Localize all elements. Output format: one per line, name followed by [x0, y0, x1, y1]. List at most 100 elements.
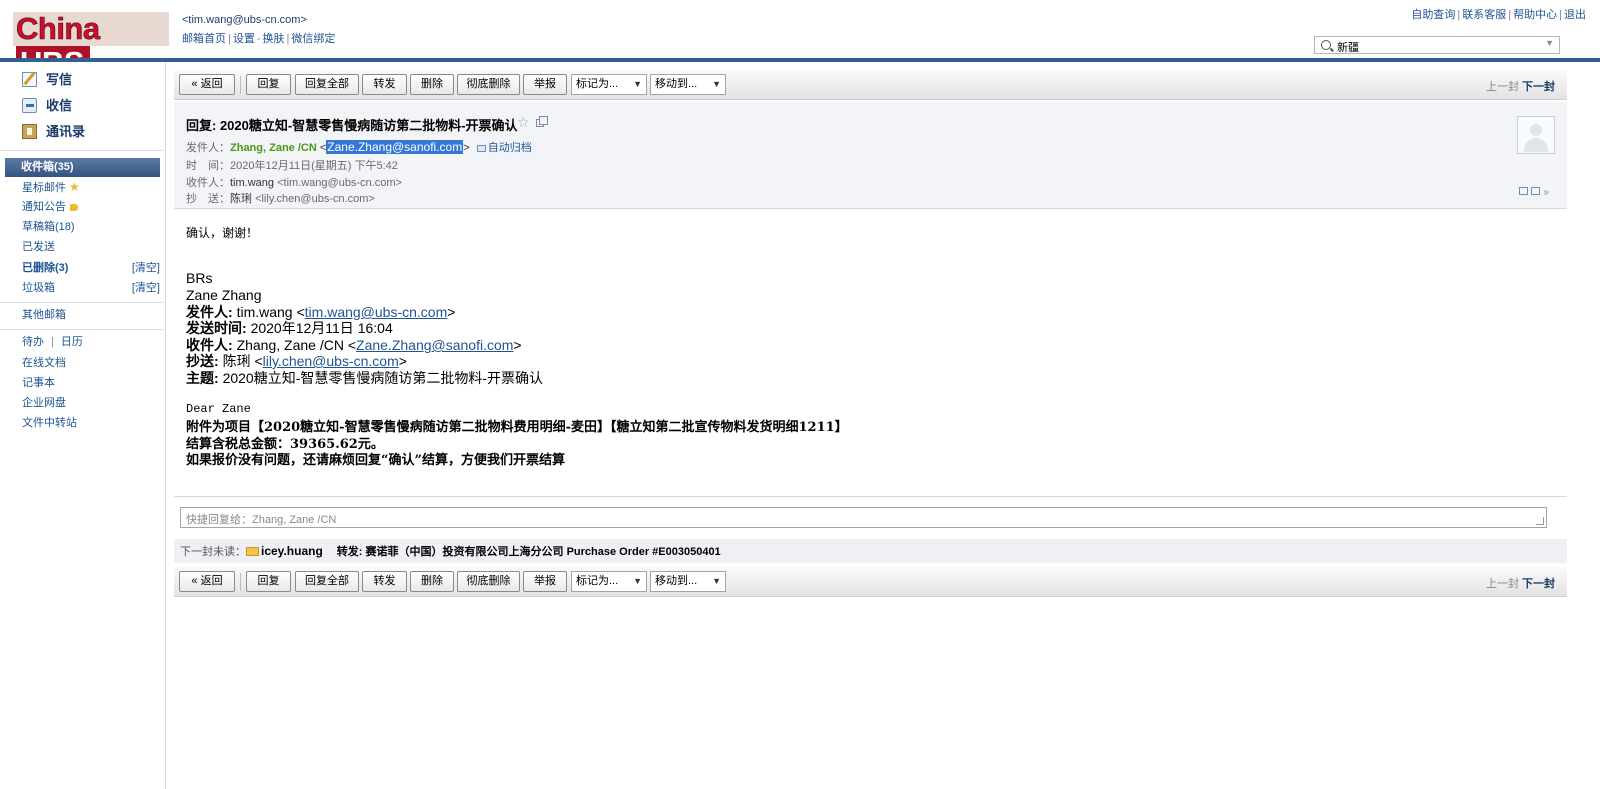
compose-button[interactable]: 写信	[22, 69, 72, 91]
next-unread-sender[interactable]: icey.huang	[261, 544, 323, 558]
recipient-email: <tim.wang@ubs-cn.com>	[277, 177, 402, 189]
quoted-cc-email-link[interactable]: lily.chen@ubs-cn.com	[263, 353, 399, 369]
contacts-button[interactable]: 通讯录	[22, 121, 85, 143]
sidebar-item-notepad[interactable]: 记事本	[22, 374, 162, 392]
mail-header-tools: »	[1516, 187, 1549, 198]
quick-reply-input[interactable]: 快捷回复给：Zhang, Zane /CN	[180, 507, 1547, 528]
print-icon[interactable]	[1531, 187, 1541, 195]
sidebar-divider	[0, 329, 166, 330]
sidebar-item-todo[interactable]: 待办	[22, 336, 44, 348]
delete-button[interactable]: 删除	[410, 74, 454, 95]
china-ubs-logo[interactable]: ChinaUBS	[13, 11, 169, 80]
popout-icon[interactable]	[536, 116, 548, 127]
sidebar-item-sent[interactable]: 已发送	[22, 238, 162, 256]
clear-spam-button[interactable]: [清空]	[132, 279, 160, 297]
change-skin-link[interactable]: 换肤	[263, 33, 285, 45]
move-to-select[interactable]: 移动到... ▼	[650, 74, 726, 95]
back-button[interactable]: « 返回	[179, 74, 235, 95]
star-icon[interactable]: ☆	[517, 114, 530, 131]
mark-as-select[interactable]: 标记为... ▼	[571, 74, 647, 95]
sidebar-item-starred[interactable]: 星标邮件 ★	[22, 178, 162, 196]
receive-button[interactable]: 收信	[22, 95, 72, 117]
signature-brs: BRs	[186, 270, 213, 286]
quoted-from-email-link[interactable]: tim.wang@ubs-cn.com	[305, 304, 448, 320]
sidebar-item-deleted[interactable]: 已删除(3) [清空]	[22, 259, 162, 277]
sidebar-item-drafts[interactable]: 草稿箱(18)	[22, 218, 162, 236]
sidebar-item-calendar[interactable]: 日历	[61, 336, 83, 348]
sidebar-item-inbox[interactable]: 收件箱(35)	[5, 158, 160, 177]
header: ChinaUBS <tim.wang@ubs-cn.com> 邮箱首页|设置-换…	[0, 0, 1600, 80]
sidebar-item-spam[interactable]: 垃圾箱 [清空]	[22, 279, 162, 297]
logout-link[interactable]: 退出	[1564, 9, 1586, 21]
chevron-down-icon: ▼	[712, 79, 721, 89]
quoted-to-email-link[interactable]: Zane.Zhang@sanofi.com	[356, 337, 513, 353]
reply-button[interactable]: 回复	[246, 74, 291, 95]
next-mail-link[interactable]: 下一封	[1522, 78, 1555, 94]
delete-button[interactable]: 删除	[410, 571, 454, 592]
prev-mail-link[interactable]: 上一封	[1486, 575, 1519, 591]
quoted-time: 发送时间: 2020年12月11日 16:04	[186, 320, 393, 336]
from-row: 发件人：Zhang, Zane /CN <Zane.Zhang@sanofi.c…	[186, 140, 532, 154]
forward-button[interactable]: 转发	[362, 571, 407, 592]
quoted-subject: 主题: 2020糖立知-智慧零售慢病随访第二批物料-开票确认	[186, 370, 544, 386]
chevron-down-icon[interactable]: ▼	[1545, 38, 1554, 48]
prev-mail-link[interactable]: 上一封	[1486, 78, 1519, 94]
report-button[interactable]: 举报	[523, 571, 567, 592]
search-value: 新疆	[1337, 42, 1359, 54]
speaker-icon	[70, 204, 78, 211]
self-service-link[interactable]: 自助查询	[1411, 9, 1455, 21]
dear-line: Dear Zane	[186, 402, 251, 416]
star-icon: ★	[69, 180, 80, 194]
sidebar-divider	[0, 150, 166, 151]
compose-icon	[22, 72, 37, 87]
reply-all-button[interactable]: 回复全部	[295, 571, 359, 592]
settings-link[interactable]: 设置	[233, 33, 255, 45]
sidebar-item-netdisk[interactable]: 企业网盘	[22, 394, 162, 412]
signature-name: Zane Zhang	[186, 287, 262, 303]
delete-permanently-button[interactable]: 彻底删除	[457, 74, 520, 95]
mail-subject: 回复: 2020糖立知-智慧零售慢病随访第二批物料-开票确认	[186, 118, 518, 133]
resize-grip-icon[interactable]	[1536, 517, 1544, 525]
move-to-select[interactable]: 移动到... ▼	[650, 571, 726, 592]
back-button[interactable]: « 返回	[179, 571, 235, 592]
next-mail-link[interactable]: 下一封	[1522, 575, 1555, 591]
user-email: <tim.wang@ubs-cn.com>	[182, 14, 307, 26]
search-input[interactable]: 新疆 ▼	[1314, 36, 1560, 54]
clear-deleted-button[interactable]: [清空]	[132, 259, 160, 277]
contact-support-link[interactable]: 联系客服	[1462, 9, 1506, 21]
confirm-request-line: 如果报价没有问题，还请麻烦回复“确认”结算，方便我们开票结算	[186, 453, 565, 468]
next-unread-bar: 下一封未读： icey.huang 转发: 赛诺菲（中国）投资有限公司上海分公司 P…	[174, 539, 1567, 563]
sidebar-item-file-transfer[interactable]: 文件中转站	[22, 414, 162, 432]
reply-all-button[interactable]: 回复全部	[295, 74, 359, 95]
report-button[interactable]: 举报	[523, 74, 567, 95]
view-source-icon[interactable]	[1519, 187, 1529, 195]
mark-as-select[interactable]: 标记为... ▼	[571, 571, 647, 592]
expand-chevron-icon[interactable]: »	[1543, 187, 1549, 198]
mail-home-link[interactable]: 邮箱首页	[182, 33, 226, 45]
chevron-down-icon: ▼	[633, 576, 642, 586]
mail-toolbar-bottom: « 返回 回复 回复全部 转发 删除 彻底删除 举报 标记为... ▼ 移动到..…	[174, 567, 1567, 597]
wechat-bind-link[interactable]: 微信绑定	[291, 33, 335, 45]
auto-archive-link[interactable]: 自动归档	[476, 142, 532, 154]
sidebar-item-other-mailbox[interactable]: 其他邮箱	[22, 306, 162, 324]
recipient-name[interactable]: tim.wang	[230, 177, 274, 189]
sender-email[interactable]: Zane.Zhang@sanofi.com	[326, 140, 464, 154]
help-center-link[interactable]: 帮助中心	[1513, 9, 1557, 21]
cc-row: 抄 送：陈琍 <lily.chen@ubs-cn.com>	[186, 193, 375, 205]
forward-button[interactable]: 转发	[362, 74, 407, 95]
chevron-down-icon: ▼	[633, 79, 642, 89]
sidebar: 写信 收信 通讯录 收件箱(35) 星标邮件 ★ 通知公告 草稿箱(18) 已发送…	[0, 62, 166, 789]
toolbar-separator	[240, 573, 241, 591]
reply-button[interactable]: 回复	[246, 571, 291, 592]
sidebar-item-notices[interactable]: 通知公告	[22, 198, 162, 216]
archive-icon	[476, 145, 486, 152]
sidebar-item-online-docs[interactable]: 在线文档	[22, 354, 162, 372]
greeting-text: 确认，谢谢！	[186, 226, 259, 240]
next-unread-subject[interactable]: 转发: 赛诺菲（中国）投资有限公司上海分公司 Purchase Order #E…	[337, 546, 721, 558]
quoted-from: 发件人: tim.wang <tim.wang@ubs-cn.com>	[186, 304, 456, 320]
time-row: 时 间：2020年12月11日(星期五) 下午5:42	[186, 160, 398, 172]
quoted-to: 收件人: Zhang, Zane /CN <Zane.Zhang@sanofi.…	[186, 337, 522, 353]
delete-permanently-button[interactable]: 彻底删除	[457, 571, 520, 592]
sender-name[interactable]: Zhang, Zane /CN	[230, 142, 317, 154]
cc-name[interactable]: 陈琍	[230, 193, 252, 205]
